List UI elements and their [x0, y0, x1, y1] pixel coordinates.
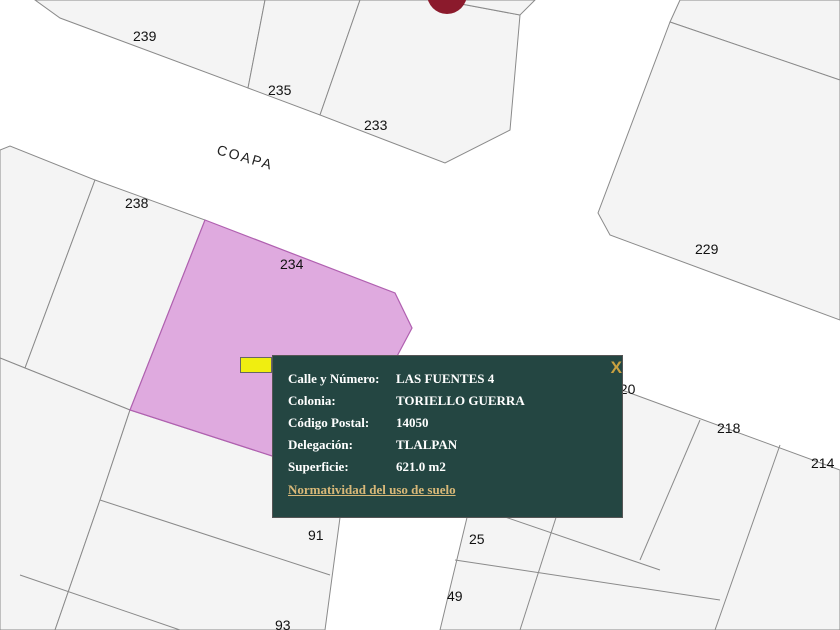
field-label: Colonia:	[288, 393, 336, 408]
field-value: TORIELLO GUERRA	[396, 393, 525, 408]
field-label: Código Postal:	[288, 415, 370, 430]
street-label: COAPA	[215, 142, 275, 173]
field-label: Superficie:	[288, 459, 349, 474]
lot-number: 235	[268, 82, 292, 98]
field-label: Delegación:	[288, 437, 353, 452]
lot-number: 229	[695, 241, 719, 257]
lot-number: 234	[280, 256, 304, 272]
lot-number: 214	[811, 455, 835, 471]
location-marker-icon[interactable]	[240, 357, 272, 373]
lot-number: 49	[447, 588, 463, 604]
lot-number: 238	[125, 195, 149, 211]
close-icon[interactable]: X	[611, 358, 622, 378]
lot-number: 218	[717, 420, 741, 436]
field-value: TLALPAN	[396, 437, 458, 452]
parcel-info-popup: X Calle y Número: LAS FUENTES 4 Colonia:…	[272, 355, 623, 518]
land-use-regulations-link[interactable]: Normatividad del uso de suelo	[288, 482, 456, 498]
lot-number: 239	[133, 28, 157, 44]
lot-number: 93	[275, 617, 291, 630]
field-value: LAS FUENTES 4	[396, 371, 495, 386]
lot-239[interactable]	[34, 0, 266, 89]
field-value: 621.0 m2	[396, 459, 446, 474]
lot-number: 91	[308, 527, 324, 543]
field-label: Calle y Número:	[288, 371, 380, 386]
map-canvas[interactable]: 239 235 233 238 234 229 220 218 214 27 9…	[0, 0, 840, 630]
field-value: 14050	[396, 415, 429, 430]
lot-number: 233	[364, 117, 388, 133]
lot-number: 25	[469, 531, 485, 547]
